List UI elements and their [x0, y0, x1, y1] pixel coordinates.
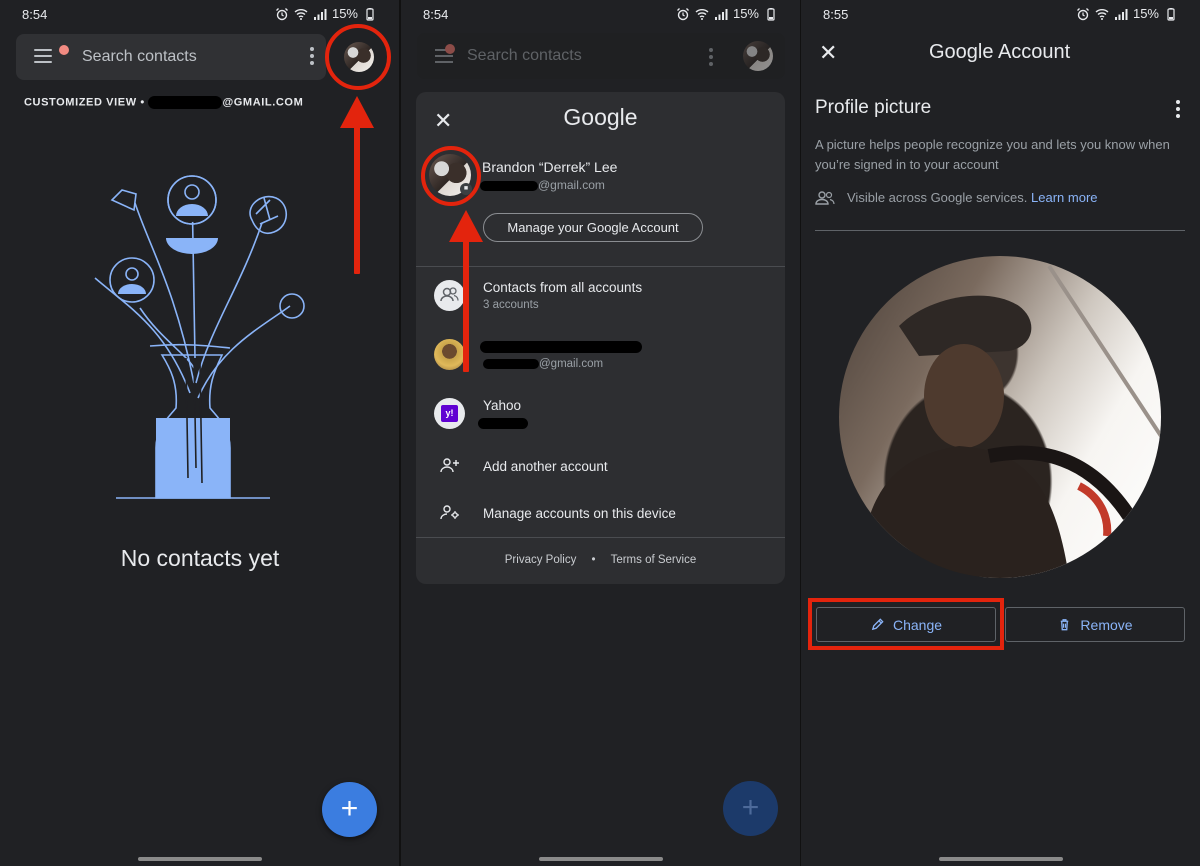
- annotation-arrow-shaft: [463, 240, 469, 372]
- profile-photo: [839, 256, 1161, 578]
- status-bar: 8:54 15%: [0, 0, 399, 28]
- status-bar: 8:55 15%: [801, 0, 1200, 28]
- people-icon: [815, 191, 835, 205]
- home-indicator[interactable]: [137, 857, 262, 861]
- alarm-icon: [1076, 7, 1090, 21]
- page-title: Google Account: [929, 41, 1071, 63]
- wifi-icon: [294, 7, 308, 21]
- search-bar-dimmed: Search contacts: [417, 33, 785, 79]
- privacy-policy-link[interactable]: Privacy Policy: [505, 554, 577, 566]
- status-time: 8:54: [22, 7, 48, 22]
- google-logo: Google: [563, 104, 638, 130]
- account-email: @gmail.com: [480, 178, 605, 192]
- wifi-icon: [1095, 7, 1109, 21]
- annotation-arrow-head: [340, 96, 374, 128]
- notification-dot: [445, 44, 455, 54]
- alarm-icon: [275, 7, 289, 21]
- yahoo-icon: y!: [434, 398, 465, 429]
- empty-state-text: No contacts yet: [120, 545, 280, 571]
- terms-of-service-link[interactable]: Terms of Service: [611, 554, 697, 566]
- battery-percent: 15%: [331, 6, 358, 21]
- search-input[interactable]: Search contacts: [82, 48, 197, 66]
- account-name: Brandon “Derrek” Lee: [482, 159, 618, 175]
- account-sheet: ✕ Google ■ Brandon “Derrek” Lee @gmail.c…: [416, 92, 785, 584]
- people-icon: [434, 280, 465, 311]
- trash-icon: [1061, 619, 1069, 631]
- more-options-icon[interactable]: [1176, 100, 1180, 121]
- section-heading: Profile picture: [815, 97, 932, 118]
- home-indicator[interactable]: [538, 857, 663, 861]
- manage-account-button[interactable]: Manage your Google Account: [483, 213, 703, 242]
- battery-icon: [363, 7, 377, 21]
- search-bar[interactable]: Search contacts: [16, 34, 326, 80]
- description-text: A picture helps people recognize you and…: [815, 137, 1170, 172]
- add-person-icon: [440, 457, 460, 478]
- annotation-arrow-shaft: [354, 126, 360, 274]
- divider: [815, 230, 1185, 231]
- battery-icon: [1164, 7, 1178, 21]
- contacts-home-screen: 8:54 15% Search contacts CUSTOMIZED VIEW…: [0, 0, 399, 866]
- redacted-text: [478, 418, 528, 429]
- divider: [416, 266, 785, 267]
- account-switcher-screen: 8:54 15% Search contacts ✕ Google ■ Bran…: [401, 0, 800, 866]
- profile-picture-screen: 8:55 15% ✕ Google Account Profile pictur…: [801, 0, 1200, 866]
- annotation-circle: [421, 146, 481, 206]
- close-icon[interactable]: ✕: [819, 40, 837, 66]
- add-contact-button: +: [723, 781, 778, 836]
- alarm-icon: [676, 7, 690, 21]
- battery-percent: 15%: [1132, 6, 1159, 21]
- empty-state-illustration: [94, 175, 305, 499]
- search-input: Search contacts: [467, 47, 582, 64]
- manage-accounts-icon: [440, 504, 460, 525]
- divider: [416, 537, 785, 538]
- status-time: 8:54: [423, 7, 449, 22]
- battery-icon: [764, 7, 778, 21]
- annotation-box: [808, 598, 1004, 650]
- more-options-icon[interactable]: [310, 47, 314, 68]
- status-bar: 8:54 15%: [401, 0, 800, 28]
- status-time: 8:55: [823, 7, 849, 22]
- annotation-arrow-head: [449, 210, 483, 242]
- signal-icon: [313, 7, 327, 21]
- redacted-text: [483, 358, 539, 369]
- hamburger-menu-icon[interactable]: [34, 49, 52, 63]
- annotation-circle: [325, 24, 391, 90]
- redacted-text: [480, 341, 642, 353]
- visibility-text: Visible across Google services. Learn mo…: [847, 190, 1098, 205]
- signal-icon: [714, 7, 728, 21]
- sheet-footer: Privacy Policy • Terms of Service: [504, 554, 697, 566]
- more-options-icon: [709, 48, 713, 66]
- customized-view-label: CUSTOMIZED VIEW • @GMAIL.COM: [24, 96, 304, 109]
- signal-icon: [1114, 7, 1128, 21]
- redacted-text: [148, 96, 223, 109]
- notification-dot: [59, 45, 69, 55]
- battery-percent: 15%: [732, 6, 759, 21]
- account-avatar: [434, 339, 465, 370]
- account-avatar: [743, 41, 773, 71]
- add-contact-button[interactable]: +: [322, 782, 377, 837]
- home-indicator[interactable]: [938, 857, 1063, 861]
- learn-more-link[interactable]: Learn more: [1031, 190, 1097, 205]
- wifi-icon: [695, 7, 709, 21]
- redacted-text: [480, 180, 538, 191]
- remove-photo-button[interactable]: Remove: [1005, 607, 1185, 642]
